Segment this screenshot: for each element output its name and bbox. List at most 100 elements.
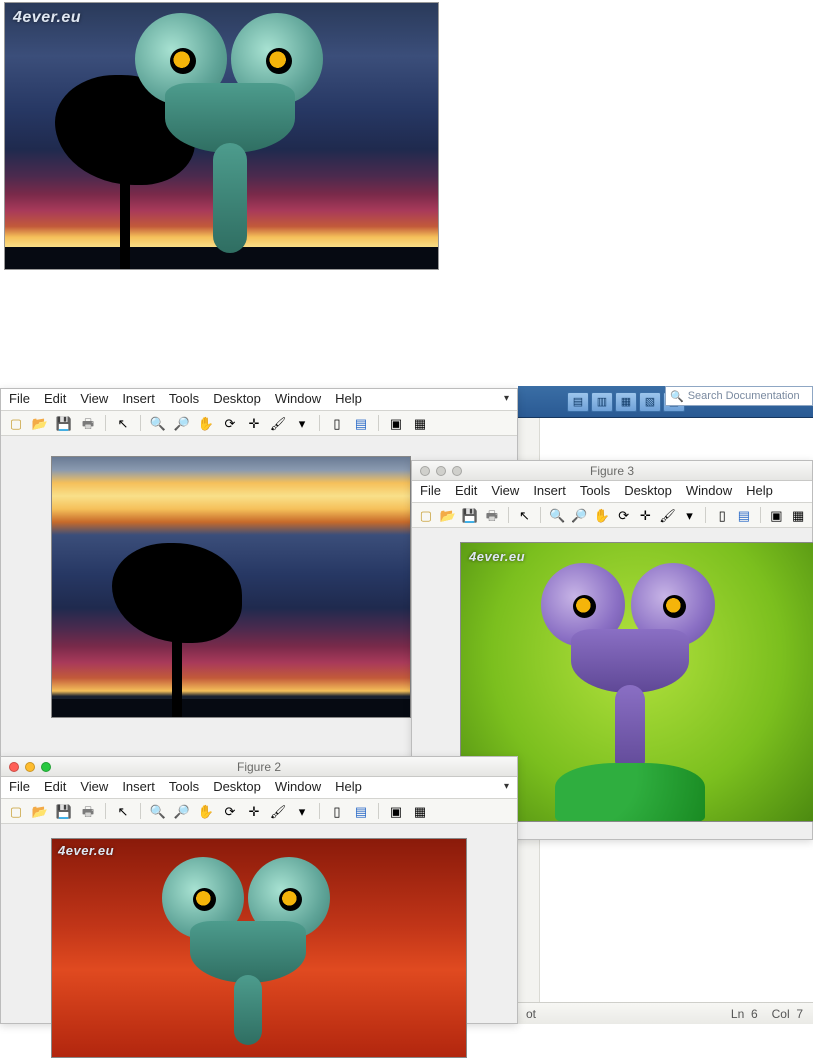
- link-plots-icon[interactable]: ▾: [293, 802, 311, 820]
- brush-icon[interactable]: 🖌: [659, 506, 676, 524]
- open-folder-icon[interactable]: 📂: [31, 802, 49, 820]
- data-cursor-icon[interactable]: ✛: [638, 506, 654, 524]
- menu-desktop[interactable]: Desktop: [213, 391, 261, 406]
- figure-toolbar: ▢ 📂 💾 🖶 ↖ 🔍 🔎 ✋ ⟳ ✛ 🖌 ▾ ▯ ▤ ▣ ▦: [1, 411, 517, 436]
- data-cursor-icon[interactable]: ✛: [245, 414, 263, 432]
- brush-icon[interactable]: 🖌: [269, 414, 287, 432]
- menu-edit[interactable]: Edit: [455, 483, 477, 498]
- menu-window[interactable]: Window: [686, 483, 732, 498]
- window-titlebar[interactable]: Figure 3: [412, 461, 812, 481]
- menu-edit[interactable]: Edit: [44, 391, 66, 406]
- print-icon[interactable]: 🖶: [484, 506, 500, 524]
- ribbon-button[interactable]: ▤: [567, 392, 589, 412]
- tree-silhouette: [112, 543, 242, 717]
- insert-legend-icon[interactable]: ▤: [352, 802, 370, 820]
- traffic-minimize-icon[interactable]: [25, 762, 35, 772]
- zoom-in-icon[interactable]: 🔍: [149, 414, 167, 432]
- status-left-text: ot: [526, 1007, 536, 1021]
- traffic-close-icon[interactable]: [420, 466, 430, 476]
- window-title: Figure 2: [1, 760, 517, 774]
- menu-help[interactable]: Help: [335, 391, 362, 406]
- save-icon[interactable]: 💾: [55, 802, 73, 820]
- data-cursor-icon[interactable]: ✛: [245, 802, 263, 820]
- show-plot-tools-icon[interactable]: ▦: [411, 414, 429, 432]
- traffic-close-icon[interactable]: [9, 762, 19, 772]
- traffic-zoom-icon[interactable]: [452, 466, 462, 476]
- link-plots-icon[interactable]: ▾: [293, 414, 311, 432]
- menu-file[interactable]: File: [9, 779, 30, 794]
- menu-tools[interactable]: Tools: [169, 779, 199, 794]
- open-folder-icon[interactable]: 📂: [31, 414, 49, 432]
- insert-colorbar-icon[interactable]: ▯: [328, 414, 346, 432]
- hide-plot-tools-icon[interactable]: ▣: [769, 506, 785, 524]
- save-icon[interactable]: 💾: [55, 414, 73, 432]
- window-title: Figure 3: [412, 464, 812, 478]
- zoom-out-icon[interactable]: 🔎: [571, 506, 587, 524]
- hide-plot-tools-icon[interactable]: ▣: [387, 802, 405, 820]
- rotate-3d-icon[interactable]: ⟳: [616, 506, 632, 524]
- toolbar-separator: [378, 803, 379, 819]
- zoom-in-icon[interactable]: 🔍: [549, 506, 565, 524]
- zoom-out-icon[interactable]: 🔎: [173, 414, 191, 432]
- menu-help[interactable]: Help: [746, 483, 773, 498]
- new-file-icon[interactable]: ▢: [7, 414, 25, 432]
- insert-colorbar-icon[interactable]: ▯: [714, 506, 730, 524]
- new-file-icon[interactable]: ▢: [418, 506, 434, 524]
- traffic-minimize-icon[interactable]: [436, 466, 446, 476]
- show-plot-tools-icon[interactable]: ▦: [411, 802, 429, 820]
- insert-colorbar-icon[interactable]: ▯: [328, 802, 346, 820]
- figure2-window[interactable]: Figure 2 File Edit View Insert Tools Des…: [0, 756, 518, 1024]
- search-placeholder: Search Documentation: [688, 390, 800, 402]
- menu-window[interactable]: Window: [275, 779, 321, 794]
- insert-legend-icon[interactable]: ▤: [352, 414, 370, 432]
- rotate-3d-icon[interactable]: ⟳: [221, 414, 239, 432]
- save-icon[interactable]: 💾: [462, 506, 478, 524]
- menu-desktop[interactable]: Desktop: [213, 779, 261, 794]
- pan-hand-icon[interactable]: ✋: [197, 802, 215, 820]
- menu-view[interactable]: View: [80, 779, 108, 794]
- insert-legend-icon[interactable]: ▤: [736, 506, 752, 524]
- displayed-image: [51, 456, 411, 718]
- open-folder-icon[interactable]: 📂: [440, 506, 456, 524]
- pointer-icon[interactable]: ↖: [114, 414, 132, 432]
- pointer-icon[interactable]: ↖: [517, 506, 533, 524]
- new-file-icon[interactable]: ▢: [7, 802, 25, 820]
- print-icon[interactable]: 🖶: [79, 802, 97, 820]
- menu-desktop[interactable]: Desktop: [624, 483, 672, 498]
- link-plots-icon[interactable]: ▾: [682, 506, 698, 524]
- figure-canvas[interactable]: 4ever.eu: [1, 824, 517, 1023]
- menu-file[interactable]: File: [9, 391, 30, 406]
- zoom-in-icon[interactable]: 🔍: [149, 802, 167, 820]
- rotate-3d-icon[interactable]: ⟳: [221, 802, 239, 820]
- pan-hand-icon[interactable]: ✋: [594, 506, 610, 524]
- watermark-label: 4ever.eu: [469, 549, 525, 564]
- pointer-icon[interactable]: ↖: [114, 802, 132, 820]
- menu-overflow-icon[interactable]: ▾: [504, 781, 509, 792]
- print-icon[interactable]: 🖶: [79, 414, 97, 432]
- menu-insert[interactable]: Insert: [122, 779, 155, 794]
- search-documentation-input[interactable]: 🔍 Search Documentation: [665, 386, 813, 406]
- menu-window[interactable]: Window: [275, 391, 321, 406]
- menu-help[interactable]: Help: [335, 779, 362, 794]
- menu-file[interactable]: File: [420, 483, 441, 498]
- zoom-out-icon[interactable]: 🔎: [173, 802, 191, 820]
- show-plot-tools-icon[interactable]: ▦: [790, 506, 806, 524]
- menu-tools[interactable]: Tools: [580, 483, 610, 498]
- window-titlebar[interactable]: Figure 2: [1, 757, 517, 777]
- menu-view[interactable]: View: [491, 483, 519, 498]
- pan-hand-icon[interactable]: ✋: [197, 414, 215, 432]
- menu-insert[interactable]: Insert: [533, 483, 566, 498]
- traffic-zoom-icon[interactable]: [41, 762, 51, 772]
- brush-icon[interactable]: 🖌: [269, 802, 287, 820]
- ribbon-button[interactable]: ▦: [615, 392, 637, 412]
- menu-tools[interactable]: Tools: [169, 391, 199, 406]
- ribbon-button[interactable]: ▥: [591, 392, 613, 412]
- toolbar-separator: [140, 415, 141, 431]
- menu-insert[interactable]: Insert: [122, 391, 155, 406]
- menu-overflow-icon[interactable]: ▾: [504, 393, 509, 404]
- hide-plot-tools-icon[interactable]: ▣: [387, 414, 405, 432]
- ribbon-button[interactable]: ▧: [639, 392, 661, 412]
- composite-result-image: 4ever.eu: [4, 2, 439, 270]
- menu-edit[interactable]: Edit: [44, 779, 66, 794]
- menu-view[interactable]: View: [80, 391, 108, 406]
